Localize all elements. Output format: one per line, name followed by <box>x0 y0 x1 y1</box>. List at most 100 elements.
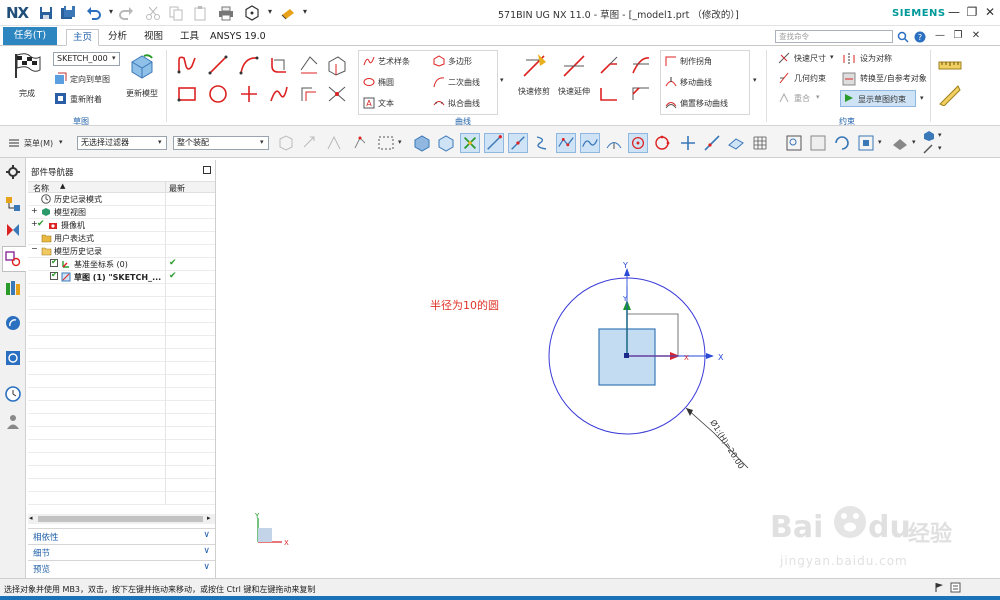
rectangle-select-icon[interactable] <box>376 133 396 153</box>
snap-midpoint-icon[interactable] <box>508 133 528 153</box>
snap-center-icon[interactable] <box>628 133 648 153</box>
polygon-label[interactable]: 多边形 <box>448 56 472 67</box>
show-constraints-chevron-icon[interactable]: ▾ <box>920 94 924 102</box>
render-style-icon[interactable] <box>890 133 910 153</box>
circle-icon[interactable] <box>207 84 229 104</box>
fit-view-icon[interactable] <box>784 133 804 153</box>
display-chevron-icon[interactable]: ▾ <box>938 131 942 139</box>
quick-dimension-label[interactable]: 快速尺寸 <box>794 53 826 64</box>
conic-label[interactable]: 二次曲线 <box>448 77 480 88</box>
quick-trim-label[interactable]: 快速修剪 <box>518 86 550 97</box>
text-label[interactable]: 文本 <box>378 98 394 109</box>
ribbon-close-icon[interactable]: ✕ <box>968 28 984 44</box>
view-orient-chevron-icon[interactable]: ▾ <box>878 138 882 146</box>
restore-icon[interactable]: ❐ <box>964 4 980 20</box>
visibility-checkbox[interactable]: ✔ <box>50 270 58 280</box>
reuse-library-icon[interactable] <box>5 280 21 296</box>
minimize-icon[interactable]: — <box>946 4 962 20</box>
window-icon[interactable] <box>280 5 296 21</box>
reattach-label[interactable]: 重新附着 <box>70 94 102 105</box>
navigator-horizontal-scrollbar[interactable]: ◂ ▸ <box>28 514 215 524</box>
protractor-icon[interactable] <box>938 84 962 106</box>
filter-chevron-icon[interactable]: ▾ <box>158 138 162 146</box>
ruler-icon[interactable] <box>938 54 962 76</box>
solid-body-icon[interactable] <box>412 133 432 153</box>
display-tools-icon[interactable] <box>922 143 936 155</box>
snap-existing-point-icon[interactable] <box>678 133 698 153</box>
web-browser-icon[interactable] <box>5 315 21 331</box>
quick-dimension-chevron-icon[interactable]: ▾ <box>830 53 834 61</box>
set-symmetric-label[interactable]: 设为对称 <box>860 53 892 64</box>
convert-reference-label[interactable]: 转换至/自参考对象 <box>860 73 927 84</box>
rect-select-chevron-icon[interactable]: ▾ <box>398 138 402 146</box>
snap-arc-center-icon[interactable] <box>604 133 624 153</box>
reattach-icon[interactable] <box>54 92 67 105</box>
collapse-minus-icon[interactable]: − <box>31 244 38 253</box>
search-icon[interactable] <box>897 31 909 43</box>
ribbon-restore-icon[interactable]: ❐ <box>950 28 966 44</box>
point-icon[interactable] <box>238 84 260 104</box>
print-icon[interactable] <box>218 5 234 21</box>
studio-spline-icon[interactable] <box>268 84 290 104</box>
tab-analysis[interactable]: 分析 <box>102 29 133 46</box>
snap-point-icon[interactable] <box>460 133 480 153</box>
general-selection-icon[interactable] <box>276 133 296 153</box>
tab-home[interactable]: 主页 <box>66 29 100 46</box>
ellipse-icon[interactable] <box>363 76 375 88</box>
tree-row[interactable]: + 模型视图 <box>28 206 215 219</box>
face-select-icon[interactable] <box>436 133 456 153</box>
snap-arrow-icon[interactable] <box>300 133 320 153</box>
ribbon-minimize-icon[interactable]: — <box>932 28 948 44</box>
display-cube-icon[interactable] <box>922 130 936 142</box>
snap-on-surface-icon[interactable] <box>726 133 746 153</box>
render-style-chevron-icon[interactable]: ▾ <box>912 138 916 146</box>
visibility-checkbox[interactable]: ✔ <box>50 257 58 267</box>
save-icon[interactable] <box>38 5 54 21</box>
snap-control-icon[interactable] <box>532 133 552 153</box>
tab-tools[interactable]: 工具 <box>174 29 205 46</box>
make-corner-icon[interactable] <box>665 55 677 67</box>
move-curve-label[interactable]: 移动曲线 <box>680 77 712 88</box>
tools-chevron-icon[interactable]: ▾ <box>938 144 942 152</box>
tree-row[interactable]: 用户表达式 <box>28 232 215 245</box>
orient-sketch-icon[interactable] <box>54 72 67 85</box>
command-search-input[interactable]: 查找命令 <box>775 30 893 43</box>
make-corner-alt-icon[interactable] <box>598 84 620 104</box>
quick-extend-icon[interactable] <box>560 52 588 80</box>
redo-icon[interactable] <box>118 5 134 21</box>
select-all-icon[interactable] <box>324 133 344 153</box>
move-curve-icon[interactable] <box>665 76 677 88</box>
overlay-icon[interactable] <box>778 92 790 104</box>
clock-icon[interactable] <box>5 386 21 402</box>
geometric-constraint-icon[interactable] <box>778 72 790 84</box>
zoom-icon[interactable] <box>808 133 828 153</box>
tab-view[interactable]: 视图 <box>138 29 169 46</box>
assembly-scope-select[interactable]: 整个装配 <box>173 136 269 150</box>
arc-icon[interactable] <box>238 54 260 76</box>
chamfer-icon[interactable] <box>630 84 652 104</box>
snap-curve-icon[interactable] <box>580 133 600 153</box>
finish-flag-icon[interactable] <box>12 52 42 80</box>
roles-icon[interactable] <box>5 414 21 430</box>
menu-icon[interactable] <box>8 137 20 149</box>
settings-gear-icon[interactable] <box>5 164 21 180</box>
preview-panel[interactable]: 预览 ∨ <box>28 560 215 575</box>
convert-reference-icon[interactable] <box>842 72 856 86</box>
sort-ascending-icon[interactable]: ▲ <box>60 182 65 190</box>
status-flag-icon[interactable] <box>934 582 945 593</box>
overlay-chevron-icon[interactable]: ▾ <box>816 93 820 101</box>
paste-icon[interactable] <box>192 5 208 21</box>
menu-chevron-icon[interactable]: ▾ <box>59 138 63 146</box>
orient-label[interactable]: 定向到草图 <box>70 74 110 85</box>
curve-gallery-chevron-icon[interactable]: ▾ <box>500 76 504 84</box>
ellipse-label[interactable]: 椭圆 <box>378 77 394 88</box>
fit-curve-icon[interactable] <box>433 97 445 109</box>
copy-icon[interactable] <box>168 5 184 21</box>
scroll-left-icon[interactable]: ◂ <box>29 514 33 522</box>
art-spline-label[interactable]: 艺术样条 <box>378 56 410 67</box>
quick-trim-icon[interactable] <box>520 52 548 80</box>
art-spline-icon[interactable] <box>363 55 375 67</box>
constraint-navigator-icon[interactable] <box>5 222 21 238</box>
tree-row[interactable]: ✔ 草图 (1) "SKETCH_... ✔ <box>28 270 215 284</box>
select-chain-icon[interactable] <box>350 133 370 153</box>
